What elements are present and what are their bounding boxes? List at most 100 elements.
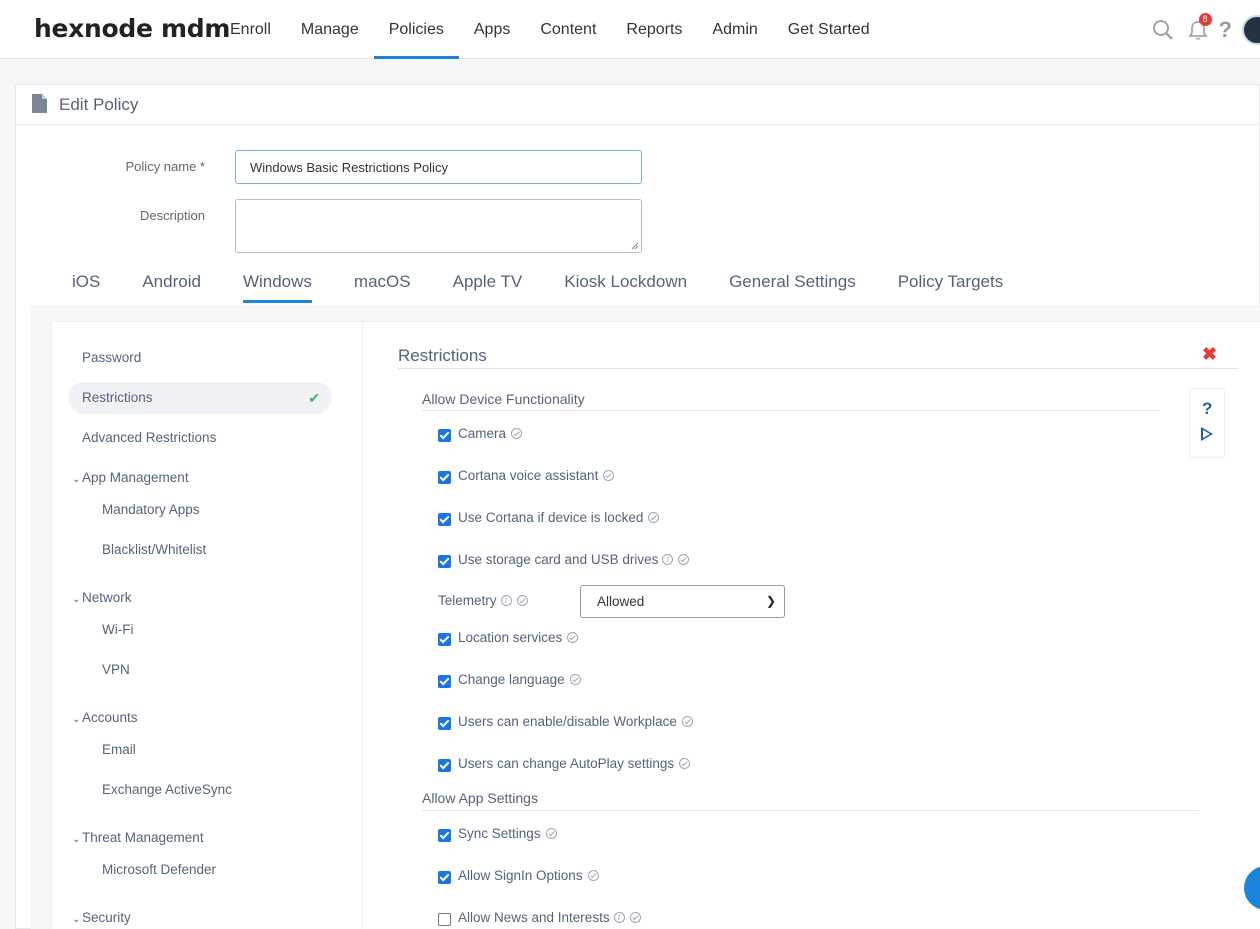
tab-macos[interactable]: macOS bbox=[333, 271, 432, 303]
language-checkbox[interactable] bbox=[438, 674, 451, 688]
nav-get-started[interactable]: Get Started bbox=[773, 0, 885, 59]
top-navbar: hexnode mdm Enroll Manage Policies Apps … bbox=[0, 0, 1260, 59]
avatar[interactable] bbox=[1242, 14, 1260, 45]
location-checkbox[interactable] bbox=[438, 632, 451, 646]
option-label: Use Cortana if device is locked bbox=[458, 509, 644, 525]
top-icons: 8 ? bbox=[1141, 0, 1260, 59]
menu-group-security[interactable]: ⌄ Security bbox=[72, 910, 131, 925]
option-storage: Use storage card and USB drives i bbox=[438, 549, 690, 569]
verified-icon bbox=[516, 594, 528, 606]
edit-policy-card: Edit Policy Policy name * Description iO… bbox=[15, 84, 1260, 929]
menu-group-app-management[interactable]: ⌄ App Management bbox=[72, 470, 189, 485]
cortana-locked-checkbox[interactable] bbox=[438, 512, 451, 526]
signin-checkbox[interactable] bbox=[438, 870, 451, 884]
telemetry-selected-value: Allowed bbox=[597, 594, 645, 609]
nav-manage[interactable]: Manage bbox=[286, 0, 374, 59]
group-label: Security bbox=[82, 910, 131, 925]
option-cortana-locked: Use Cortana if device is locked bbox=[438, 507, 660, 527]
group-label: Network bbox=[82, 590, 132, 605]
option-signin: Allow SignIn Options bbox=[438, 865, 599, 885]
play-video-icon[interactable] bbox=[1201, 427, 1213, 441]
tab-general-settings[interactable]: General Settings bbox=[708, 271, 877, 303]
verified-icon bbox=[629, 911, 641, 923]
option-language: Change language bbox=[438, 669, 581, 689]
verified-icon bbox=[679, 757, 691, 769]
hexnode-logo[interactable]: hexnode mdm bbox=[34, 14, 230, 43]
description-textarea[interactable] bbox=[235, 199, 642, 253]
verified-icon bbox=[603, 469, 615, 481]
os-tabs: iOS Android Windows macOS Apple TV Kiosk… bbox=[51, 271, 1024, 303]
option-label: Users can enable/disable Workplace bbox=[458, 713, 677, 729]
policy-name-label: Policy name * bbox=[125, 159, 205, 174]
menu-microsoft-defender[interactable]: Microsoft Defender bbox=[102, 862, 216, 877]
configured-check-icon: ✔ bbox=[308, 390, 320, 406]
info-icon[interactable]: i bbox=[613, 911, 625, 923]
tab-android[interactable]: Android bbox=[121, 271, 222, 303]
verified-icon bbox=[678, 553, 690, 565]
info-icon[interactable]: i bbox=[500, 594, 512, 606]
nav-enroll[interactable]: Enroll bbox=[215, 0, 286, 59]
bell-icon[interactable]: 8 bbox=[1187, 12, 1212, 41]
info-icon[interactable]: i bbox=[662, 553, 674, 565]
option-workplace: Users can enable/disable Workplace bbox=[438, 711, 693, 731]
chevron-down-icon: ⌄ bbox=[72, 714, 81, 725]
tab-apple-tv[interactable]: Apple TV bbox=[432, 271, 544, 303]
sync-checkbox[interactable] bbox=[438, 828, 451, 842]
camera-checkbox[interactable] bbox=[438, 428, 451, 442]
divider bbox=[422, 810, 1199, 811]
option-sync: Sync Settings bbox=[438, 823, 557, 843]
restrictions-title: Restrictions bbox=[398, 346, 487, 365]
nav-admin[interactable]: Admin bbox=[697, 0, 772, 59]
option-label: Camera bbox=[458, 425, 507, 441]
menu-group-threat-management[interactable]: ⌄ Threat Management bbox=[72, 830, 204, 845]
menu-password[interactable]: Password bbox=[68, 342, 332, 374]
search-icon[interactable] bbox=[1151, 18, 1175, 42]
menu-restrictions[interactable]: Restrictions ✔ bbox=[68, 382, 332, 414]
menu-password-label: Password bbox=[82, 350, 142, 365]
option-label: Allow SignIn Options bbox=[458, 867, 583, 883]
verified-icon bbox=[648, 511, 660, 523]
nav-apps[interactable]: Apps bbox=[459, 0, 525, 59]
news-checkbox[interactable] bbox=[438, 912, 451, 926]
cortana-checkbox[interactable] bbox=[438, 470, 451, 484]
tab-ios[interactable]: iOS bbox=[51, 271, 121, 303]
policy-name-input[interactable] bbox=[235, 150, 642, 184]
tab-windows[interactable]: Windows bbox=[222, 271, 333, 303]
tab-policy-targets[interactable]: Policy Targets bbox=[877, 271, 1025, 303]
autoplay-checkbox[interactable] bbox=[438, 758, 451, 772]
menu-blacklist-whitelist[interactable]: Blacklist/Whitelist bbox=[102, 542, 206, 557]
option-camera: Camera bbox=[438, 423, 523, 443]
chevron-down-icon: ❯ bbox=[765, 594, 776, 608]
nav-content[interactable]: Content bbox=[525, 0, 611, 59]
chevron-down-icon: ⌄ bbox=[72, 834, 81, 845]
menu-restrictions-label: Restrictions bbox=[82, 390, 153, 405]
group-label: Threat Management bbox=[82, 830, 204, 845]
divider bbox=[422, 410, 1160, 411]
menu-email[interactable]: Email bbox=[102, 742, 136, 757]
storage-checkbox[interactable] bbox=[438, 554, 451, 568]
option-label: Location services bbox=[458, 629, 563, 645]
menu-wifi[interactable]: Wi-Fi bbox=[102, 622, 133, 637]
workplace-checkbox[interactable] bbox=[438, 716, 451, 730]
nav-policies[interactable]: Policies bbox=[373, 0, 460, 59]
option-telemetry: Telemetry i bbox=[438, 590, 528, 610]
menu-group-network[interactable]: ⌄ Network bbox=[72, 590, 132, 605]
help-icon[interactable]: ? bbox=[1219, 17, 1232, 43]
telemetry-label: Telemetry bbox=[438, 592, 497, 608]
policy-left-menu: Password Restrictions ✔ Advanced Restric… bbox=[52, 322, 363, 929]
group-label: Accounts bbox=[82, 710, 138, 725]
telemetry-select[interactable]: Allowed ❯ bbox=[580, 585, 785, 618]
close-icon[interactable]: ✖ bbox=[1202, 344, 1217, 365]
tab-kiosk-lockdown[interactable]: Kiosk Lockdown bbox=[543, 271, 708, 303]
menu-exchange-activesync[interactable]: Exchange ActiveSync bbox=[102, 782, 232, 797]
chevron-down-icon: ⌄ bbox=[72, 594, 81, 605]
nav-reports[interactable]: Reports bbox=[611, 0, 697, 59]
device-functionality-heading: Allow Device Functionality bbox=[422, 391, 585, 407]
menu-mandatory-apps[interactable]: Mandatory Apps bbox=[102, 502, 200, 517]
option-autoplay: Users can change AutoPlay settings bbox=[438, 753, 691, 773]
page-header: Edit Policy bbox=[16, 85, 1259, 125]
menu-advanced-restrictions[interactable]: Advanced Restrictions bbox=[68, 422, 332, 454]
menu-group-accounts[interactable]: ⌄ Accounts bbox=[72, 710, 138, 725]
menu-vpn[interactable]: VPN bbox=[102, 662, 130, 677]
help-icon[interactable]: ? bbox=[1202, 399, 1212, 419]
